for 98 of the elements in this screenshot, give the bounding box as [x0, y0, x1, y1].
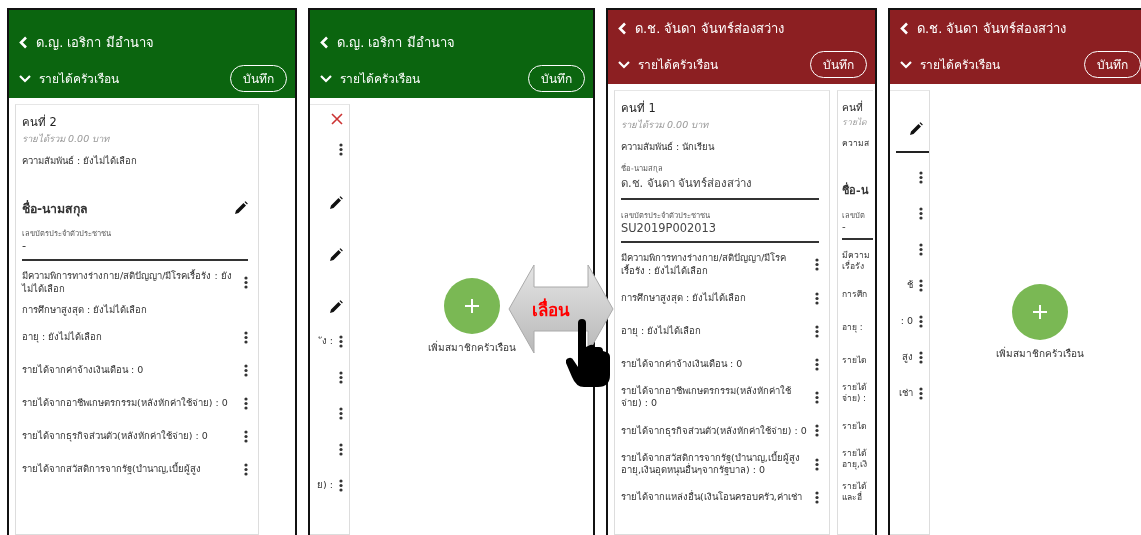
info-text: อายุ : ยังไม่ได้เลือก — [621, 324, 702, 338]
back-icon[interactable] — [900, 22, 909, 35]
more-icon[interactable] — [815, 424, 819, 438]
info-text: รายได้จากแหล่งอื่น(เงินโอนครอบครัว,ค่าเช่า — [621, 491, 802, 504]
info-text: ความสัมพันธ์ : นักเรียน — [621, 141, 716, 154]
close-icon[interactable] — [331, 113, 343, 125]
field-value: SU2019P002013 — [621, 221, 717, 236]
field-value: - — [842, 221, 847, 233]
more-icon[interactable] — [339, 406, 343, 420]
more-icon[interactable] — [815, 457, 819, 471]
member-number: คนที่ 2 — [22, 113, 58, 131]
more-icon[interactable] — [919, 170, 923, 184]
swipe-label: เลื่อน — [532, 297, 570, 322]
info-text: รายได้จากสวัสดิการจากรัฐ(บำนาญ,เบี้ยผู้สูง — [22, 463, 201, 476]
more-icon[interactable] — [919, 350, 923, 364]
more-icon[interactable] — [919, 314, 923, 328]
more-icon[interactable] — [339, 334, 343, 348]
section-title: รายได้ครัวเรือน — [638, 57, 719, 74]
person-title: ด.ญ. เอริกา มีอำนาจ — [36, 34, 154, 52]
info-text: รายได้จากธุรกิจส่วนตัว(หลังหักค่าใช้จ่าย) : 0 — [621, 424, 807, 437]
more-icon[interactable] — [815, 357, 819, 371]
total-income: รายได — [842, 116, 868, 129]
more-icon[interactable] — [244, 276, 248, 290]
info-text: อายุ : — [842, 321, 863, 333]
field-value: ด.ช. จันดา จันทร์ส่องสว่าง — [621, 175, 754, 193]
section-title: รายได้ครัวเรือน — [39, 71, 120, 88]
pencil-icon[interactable] — [329, 300, 343, 314]
more-icon[interactable] — [919, 386, 923, 400]
plus-icon — [463, 298, 480, 314]
info-text: การศึกษาสูงสุด : ยังไม่ได้เลือก — [22, 304, 149, 317]
info-text: เช่า — [899, 386, 913, 400]
more-icon[interactable] — [815, 291, 819, 305]
more-icon[interactable] — [815, 490, 819, 504]
info-text: รายได้ และอื่ — [842, 481, 867, 504]
section-title: รายได้ครัวเรือน — [920, 57, 1001, 74]
chevron-down-icon[interactable] — [900, 60, 912, 69]
back-icon[interactable] — [618, 22, 627, 35]
info-text: รายได้ อายุ,เงิ — [842, 448, 867, 471]
pencil-icon[interactable] — [329, 196, 343, 210]
info-text: รายได้จากค่าจ้างเงินเดือน : 0 — [621, 357, 743, 371]
info-text: ย) : — [317, 478, 333, 492]
more-icon[interactable] — [244, 462, 248, 476]
pencil-icon[interactable] — [234, 201, 248, 216]
chevron-down-icon[interactable] — [320, 74, 332, 83]
more-icon[interactable] — [339, 478, 343, 492]
field-value: - — [22, 239, 28, 254]
info-text: การศึกษาสูงสุด : ยังไม่ได้เลือก — [621, 291, 747, 305]
info-text: รายได้จากธุรกิจส่วนตัว(หลังหักค่าใช้จ่าย) : 0 — [22, 430, 208, 443]
member-number: คนที่ — [842, 99, 864, 115]
total-income: รายได้รวม 0.00 บาท — [22, 132, 111, 146]
info-text: รายได้จากอาชีพเกษตรกรรม(หลังหักค่าใช้จ่าย) : 0 — [621, 385, 792, 410]
info-text: ความสัมพันธ์ : ยังไม่ได้เลือก — [22, 155, 139, 168]
more-icon[interactable] — [815, 324, 819, 338]
more-icon[interactable] — [244, 363, 248, 377]
name-heading: ชื่อ-นามสกุล — [22, 199, 89, 218]
back-icon[interactable] — [19, 36, 28, 49]
info-text: อายุ : ยังไม่ได้เลือก — [22, 331, 103, 344]
more-icon[interactable] — [919, 278, 923, 292]
more-icon[interactable] — [919, 242, 923, 256]
person-title: ด.ช. จันดา จันทร์ส่องสว่าง — [635, 20, 784, 38]
info-text: การศึก — [842, 288, 867, 300]
info-text: ช้ — [907, 278, 913, 292]
more-icon[interactable] — [339, 142, 343, 156]
more-icon[interactable] — [919, 206, 923, 220]
member-number: คนที่ 1 — [621, 99, 657, 117]
info-text: สูง — [902, 350, 913, 364]
info-text: รายได้จากอาชีพเกษตรกรรม(หลังหักค่าใช้จ่าย) : 0 — [22, 397, 228, 410]
more-icon[interactable] — [244, 330, 248, 344]
info-text: : 0 — [900, 314, 913, 328]
name-heading: ชื่อ-น — [842, 181, 869, 200]
person-title: ด.ช. จันดา จันทร์ส่องสว่าง — [917, 20, 1066, 38]
more-icon[interactable] — [244, 396, 248, 410]
more-icon[interactable] — [815, 390, 819, 404]
add-member-label: เพิ่มสมาชิกครัวเรือน — [995, 346, 1084, 361]
chevron-down-icon[interactable] — [19, 74, 31, 83]
plus-icon — [1031, 304, 1048, 320]
info-text: มีความพิการทางร่างกาย/สติปัญญา/มีโรคเรื้อรัง : ยังไม่ได้เลือก — [22, 270, 233, 296]
more-icon[interactable] — [244, 429, 248, 443]
info-text: รายได้จากค่าจ้างเงินเดือน : 0 — [22, 364, 144, 377]
pencil-icon[interactable] — [329, 248, 343, 262]
total-income: รายได้รวม 0.00 บาท — [621, 118, 710, 132]
info-text: รายได — [842, 354, 867, 366]
hand-icon — [566, 319, 610, 387]
info-text: มีความ เรื่อรัง — [842, 250, 870, 273]
info-text: รายได — [842, 420, 867, 432]
pencil-icon[interactable] — [909, 122, 923, 136]
info-text: รายได้จากสวัสดิการจากรัฐ(บำนาญ,เบี้ยผู้สูงอายุ,เงินอุดหนุนอื่นๆจากรัฐบาล) : 0 — [621, 451, 801, 477]
more-icon[interactable] — [339, 442, 343, 456]
section-title: รายได้ครัวเรือน — [340, 71, 421, 88]
add-member-label: เพิ่มสมาชิกครัวเรือน — [427, 340, 516, 355]
more-icon[interactable] — [339, 370, 343, 384]
person-title: ด.ญ. เอริกา มีอำนาจ — [337, 34, 455, 52]
back-icon[interactable] — [320, 36, 329, 49]
info-text: ความส — [842, 138, 870, 150]
more-icon[interactable] — [815, 258, 819, 272]
info-text: มีความพิการทางร่างกาย/สติปัญญา/มีโรคเรื้อรัง : ยังไม่ได้เลือก — [621, 252, 788, 278]
info-text: รายได้ จ่าย) : — [842, 382, 867, 405]
chevron-down-icon[interactable] — [618, 60, 630, 69]
